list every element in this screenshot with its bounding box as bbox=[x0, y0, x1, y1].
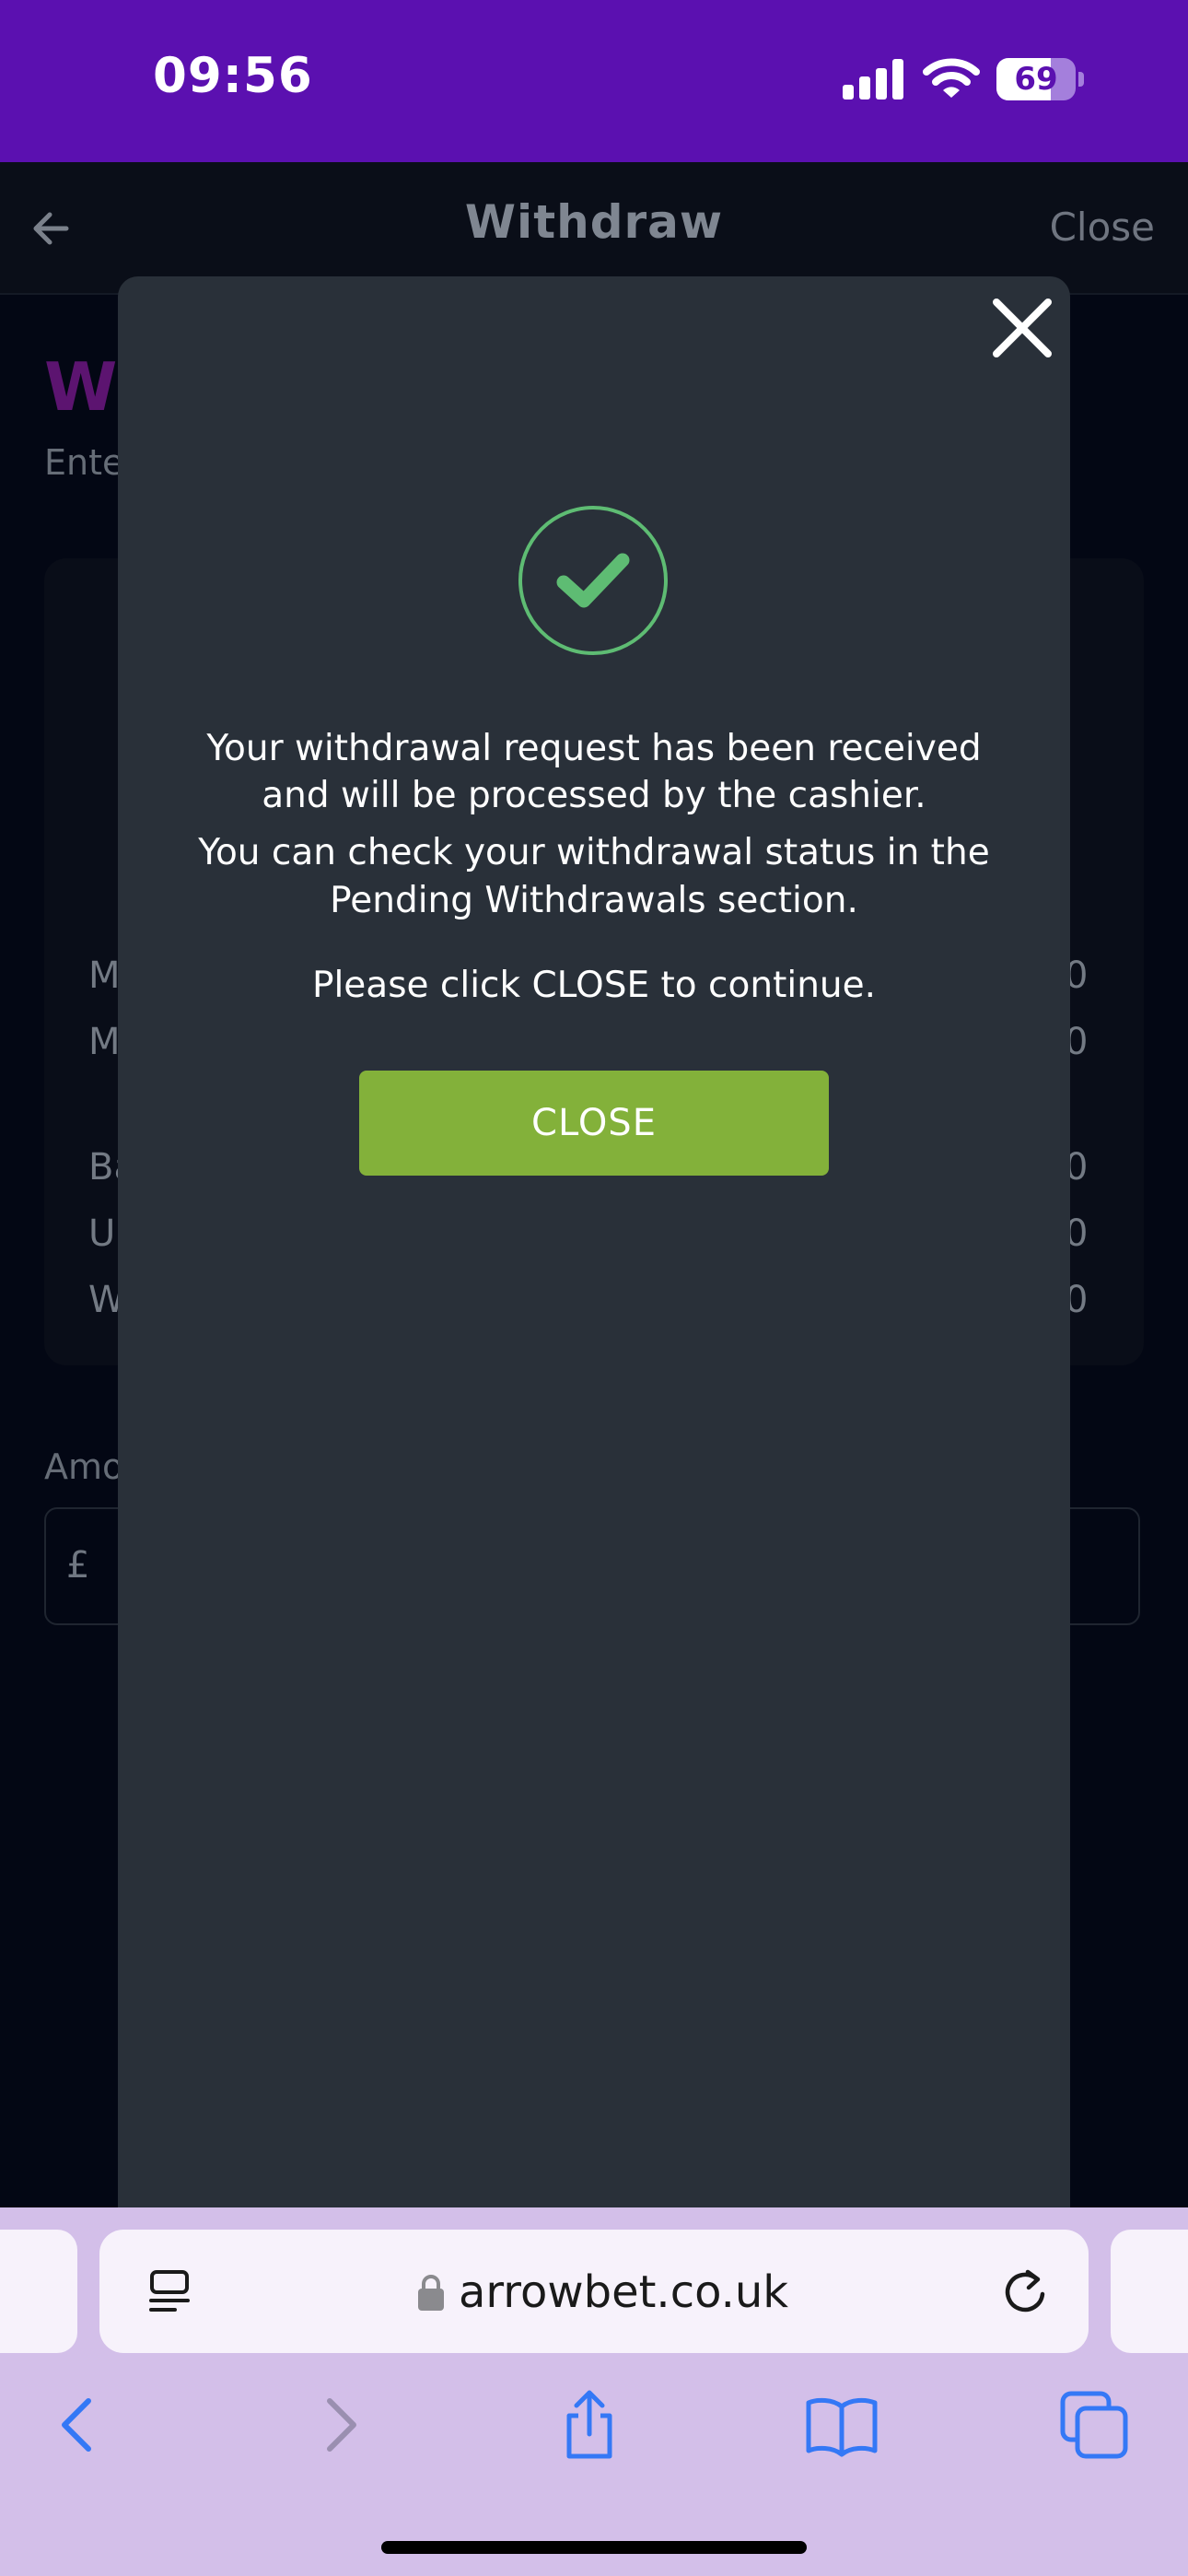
message-line: You can check your withdrawal status in … bbox=[198, 832, 990, 873]
tabs-icon[interactable] bbox=[1057, 2388, 1131, 2462]
home-indicator bbox=[381, 2541, 807, 2554]
balance-row-label: M bbox=[88, 954, 121, 997]
page-title: Withdraw bbox=[464, 195, 724, 249]
amount-label: Amo bbox=[44, 1446, 124, 1487]
cellular-signal-icon bbox=[843, 59, 903, 100]
battery-indicator: 69 bbox=[996, 58, 1085, 100]
message-line: Your withdrawal request has been receive… bbox=[206, 728, 982, 769]
message-line: Please click CLOSE to continue. bbox=[311, 965, 877, 1006]
next-tab-preview[interactable] bbox=[1111, 2230, 1188, 2353]
share-icon[interactable] bbox=[553, 2388, 626, 2462]
forward-icon[interactable] bbox=[302, 2388, 376, 2462]
url-text: arrowbet.co.uk bbox=[459, 2266, 789, 2318]
close-button[interactable]: CLOSE bbox=[359, 1071, 829, 1176]
checkmark-circle-icon bbox=[518, 506, 668, 655]
currency-symbol: £ bbox=[66, 1544, 90, 1587]
back-icon[interactable] bbox=[42, 2388, 116, 2462]
bookmarks-icon[interactable] bbox=[805, 2388, 879, 2462]
reload-icon[interactable] bbox=[1002, 2266, 1048, 2316]
lock-icon bbox=[418, 2275, 444, 2311]
header-close-link[interactable]: Close bbox=[1050, 205, 1155, 250]
withdraw-subtitle: Ente bbox=[44, 442, 124, 483]
battery-level-text: 69 bbox=[1014, 61, 1058, 98]
balance-row-label: M bbox=[88, 1021, 121, 1063]
message-line: Pending Withdrawals section. bbox=[330, 880, 858, 921]
status-time: 09:56 bbox=[153, 48, 313, 104]
message-line: and will be processed by the cashier. bbox=[262, 775, 926, 816]
wifi-icon bbox=[923, 58, 980, 98]
close-x-icon[interactable] bbox=[987, 293, 1057, 363]
previous-tab-preview[interactable] bbox=[0, 2230, 77, 2353]
reader-icon[interactable] bbox=[147, 2268, 192, 2314]
